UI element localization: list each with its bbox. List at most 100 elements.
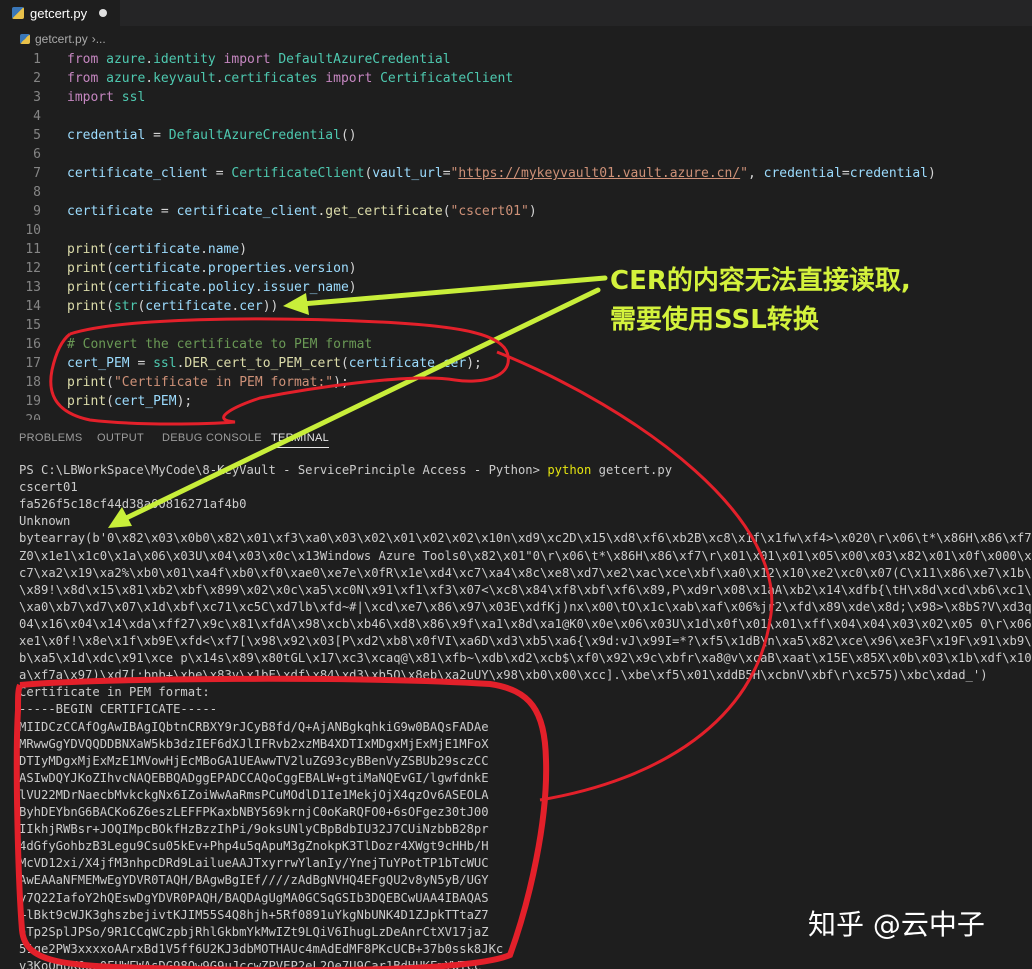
code-token: ); (333, 375, 349, 390)
code-token: identity (153, 52, 216, 67)
terminal-output-line: \xa0\xb7\xd7\x07\x1d\xbf\xc71\xc5C\xd7lb… (19, 599, 1032, 614)
code-editor[interactable]: 1 from azure. identity import DefaultAzure… (0, 50, 1032, 420)
terminal-output-line: bytearray(b'0\x82\x03\x0b0\x82\x01\xf3\x… (19, 531, 1032, 546)
code-token: print (67, 280, 107, 295)
code-line[interactable]: 7 certificate_client = CertificateClient(… (0, 164, 1032, 183)
terminal-output-line: v3KoQHbKQqp0FUWFWAsDG98Qw9G9uJccwZPVEP2e… (19, 958, 482, 969)
code-line[interactable]: 20 (0, 411, 1032, 420)
code-token: certificate (348, 356, 435, 371)
code-token: https://mykeyvault01.vault.azure.cn/ (458, 166, 741, 181)
code-text: # Convert the certificate to PEM format (67, 335, 372, 354)
code-token: certificate_client (176, 204, 318, 219)
tab-getcert-py[interactable]: getcert.py (0, 0, 120, 26)
code-token: from (67, 71, 107, 86)
terminal-output-line: 4dGfyGohbzB3Legu9Csu05kEv+Php4u5qApuM3gZ… (19, 839, 489, 854)
tab-terminal[interactable]: TERMINAL (271, 432, 330, 448)
code-token: . (215, 71, 224, 86)
code-token: ( (106, 375, 114, 390)
annotation-text: CER的内容无法直接读取, 需要使用SSL转换 (610, 262, 911, 340)
line-number: 5 (33, 128, 41, 143)
watermark: 知乎 @云中子 (808, 908, 985, 941)
code-token: azure (106, 52, 146, 67)
code-token: CertificateClient (231, 166, 365, 181)
code-token: certificates (223, 71, 318, 86)
code-token: certificate (113, 261, 201, 276)
code-line[interactable]: 2 from azure.keyvault.certificates import… (0, 69, 1032, 88)
tab-debug-console[interactable]: DEBUG CONSOLE (162, 432, 262, 444)
line-number: 6 (33, 147, 41, 162)
code-token: certificate_client (67, 166, 208, 181)
code-line[interactable]: 6 (0, 145, 1032, 164)
line-number: 9 (33, 204, 41, 219)
code-token: cer (442, 356, 467, 371)
code-token: certificate (145, 299, 232, 314)
code-text: print(str(certificate.cer)) (67, 297, 278, 316)
code-token: DefaultAzureCredential (278, 52, 451, 67)
code-line[interactable]: 18 print("Certificate in PEM format:"); (0, 373, 1032, 392)
line-number: 4 (33, 109, 41, 124)
code-token: version (294, 261, 349, 276)
code-token: print (67, 261, 107, 276)
code-line[interactable]: 1 from azure.identity import DefaultAzure… (0, 50, 1032, 69)
code-text: cert_PEM = ssl. DER_cert_to_PEM_cert(cert… (67, 354, 482, 373)
code-token: ); (176, 394, 193, 409)
code-token: ssl (121, 90, 146, 105)
code-line[interactable]: 5 credential = DefaultAzureCredential() (0, 126, 1032, 145)
code-token: cert_PEM (113, 394, 177, 409)
terminal-output-line: Certificate in PEM format: (19, 685, 210, 700)
code-token: . (200, 280, 208, 295)
code-token: . (254, 280, 263, 295)
terminal[interactable]: PS C:\LBWorkSpace\MyCode\8-KeyVault - Se… (0, 462, 1032, 969)
code-token: ( (106, 280, 114, 295)
python-file-icon (20, 34, 30, 44)
code-line[interactable]: 3 import ssl (0, 88, 1032, 107)
code-line[interactable]: 19 print(cert_PEM); (0, 392, 1032, 411)
code-token: = (841, 166, 850, 181)
code-line[interactable]: 9 certificate = certificate_client.get_ce… (0, 202, 1032, 221)
code-line[interactable]: 11 print(certificate.name) (0, 240, 1032, 259)
code-line[interactable]: 8 (0, 183, 1032, 202)
line-number: 12 (25, 261, 41, 276)
terminal-output-line: cscert01 (19, 480, 78, 495)
code-token: . (145, 71, 154, 86)
code-text: certificate = certificate_client.get_cer… (67, 202, 537, 221)
line-number: 11 (25, 242, 41, 257)
terminal-output-line: ASIwDQYJKoZIhvcNAQEBBQADggEPADCCAQoCggEB… (19, 770, 489, 785)
code-token: import (317, 71, 381, 86)
terminal-output-line: DTIyMDgxMjExMzE1MVowHjEcMBoGA1UEAwwTV2lu… (19, 753, 489, 768)
code-token: ( (106, 261, 114, 276)
code-token: certificate (67, 204, 154, 219)
terminal-output-line: MRwwGgYDVQQDDBNXaW5kb3dzIEF6dXJlIFRvb2xz… (19, 736, 489, 751)
code-token: CertificateClient (380, 71, 514, 86)
terminal-output-line: xe1\x0f!\x8e\x1f\xb9E\xfd<\xf7[\x98\x92\… (19, 634, 1032, 648)
code-token: cer (239, 299, 263, 314)
code-line[interactable]: 17 cert_PEM = ssl.DER_cert_to_PEM_cert(ce… (0, 354, 1032, 373)
code-line[interactable]: 10 (0, 221, 1032, 240)
code-token: import (215, 52, 279, 67)
code-line[interactable]: 4 (0, 107, 1032, 126)
unsaved-dot-icon[interactable] (99, 9, 108, 17)
line-number: 1 (33, 52, 41, 67)
terminal-output-line: AwEAAaNFMEMwEgYDVR0TAQH/BAgwBgIEf////zAd… (19, 873, 489, 888)
code-token: properties (207, 261, 287, 276)
code-token: # Convert the certificate to PEM format (67, 337, 373, 352)
code-token: credential (763, 166, 842, 181)
code-token: "Certificate in PEM format:" (113, 375, 334, 390)
tab-output[interactable]: OUTPUT (97, 432, 144, 444)
terminal-output-line: nTp2SplJPSo/9R1CCqWCzpbjRhlGkbmYkMwIZt9L… (19, 924, 489, 939)
code-token: policy (207, 280, 255, 295)
code-token: = (207, 166, 232, 181)
terminal-output-line: ByhDEYbnG6BACKo6Z6eszLEFFPKaxbNBY569krnj… (19, 805, 489, 819)
code-token: ( (442, 204, 451, 219)
breadcrumb-more[interactable]: ›... (92, 32, 106, 46)
code-text: print(certificate.properties.version) (67, 259, 357, 278)
line-number: 20 (0, 411, 41, 420)
breadcrumb-file[interactable]: getcert.py (35, 32, 88, 46)
code-token: " (740, 166, 748, 181)
tab-problems[interactable]: PROBLEMS (19, 432, 83, 444)
annotation-line-2: 需要使用SSL转换 (610, 305, 819, 335)
code-token: get_certificate (325, 204, 443, 219)
code-token: print (67, 375, 107, 390)
code-text: import ssl (67, 88, 145, 107)
code-text: print(certificate.policy.issuer_name) (67, 278, 357, 297)
